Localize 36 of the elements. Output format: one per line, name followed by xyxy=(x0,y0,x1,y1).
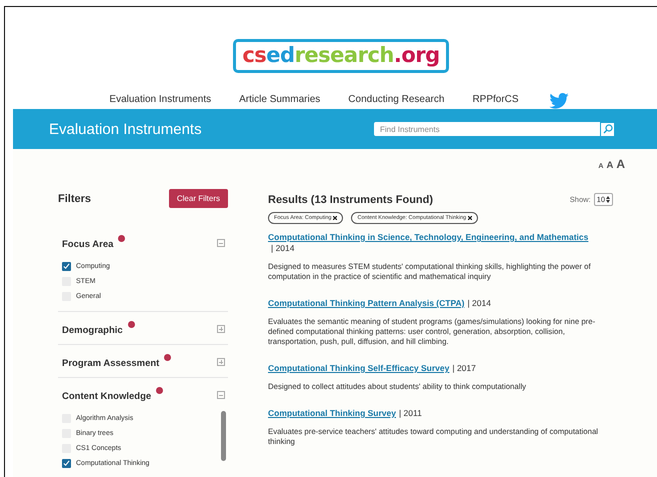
scrollbar-thumb[interactable] xyxy=(221,411,226,461)
page-title: Evaluation Instruments xyxy=(49,120,202,138)
checkbox[interactable] xyxy=(62,459,71,468)
search-button[interactable] xyxy=(600,122,615,136)
collapse-icon[interactable] xyxy=(217,391,225,399)
nav-link[interactable]: RPPforCS xyxy=(472,94,519,104)
filter-group-label[interactable]: Program Assessment xyxy=(62,358,160,369)
filter-group-label[interactable]: Content Knowledge xyxy=(62,391,152,402)
remove-icon[interactable] xyxy=(468,216,472,220)
result-title-link[interactable]: Computational Thinking in Science, Technology, Engineering, and Mathematics xyxy=(268,232,588,242)
expand-icon[interactable] xyxy=(217,325,225,333)
result-title-link[interactable]: Computational Thinking Self-Efficacy Survey xyxy=(268,363,450,373)
filter-group-label[interactable]: Focus Area xyxy=(62,239,114,250)
expand-icon[interactable] xyxy=(217,358,225,366)
result-year: | 2014 xyxy=(271,243,294,254)
spinner-arrows-icon xyxy=(606,196,610,203)
bird-icon[interactable] xyxy=(548,93,569,109)
result-year: | 2014 xyxy=(467,298,491,309)
checkbox[interactable] xyxy=(62,262,71,271)
results-heading: Results (13 Instruments Found) xyxy=(268,194,434,206)
result-year: | 2017 xyxy=(452,363,476,374)
result-year: | 2011 xyxy=(398,408,422,419)
search-field[interactable]: Find Instruments xyxy=(374,122,600,136)
nav-link[interactable]: Evaluation Instruments xyxy=(109,94,212,104)
filter-group-label[interactable]: Demographic xyxy=(62,325,123,336)
clear-filters-button[interactable]: Clear Filters xyxy=(168,189,228,208)
site-logo[interactable]: csedresearch.org xyxy=(233,39,449,73)
nav-link[interactable]: Conducting Research xyxy=(348,94,444,104)
text-size-link[interactable]: A xyxy=(606,160,614,171)
result-title-link[interactable]: Computational Thinking Survey xyxy=(268,408,396,418)
collapse-icon[interactable] xyxy=(217,239,225,247)
text-size-link[interactable]: A xyxy=(616,157,625,171)
remove-icon[interactable] xyxy=(333,216,338,220)
result-title-link[interactable]: Computational Thinking Pattern Analysis (CTPA) xyxy=(268,298,464,308)
filters-heading: Filters xyxy=(58,192,92,204)
nav-link[interactable]: Article Summaries xyxy=(239,94,320,104)
